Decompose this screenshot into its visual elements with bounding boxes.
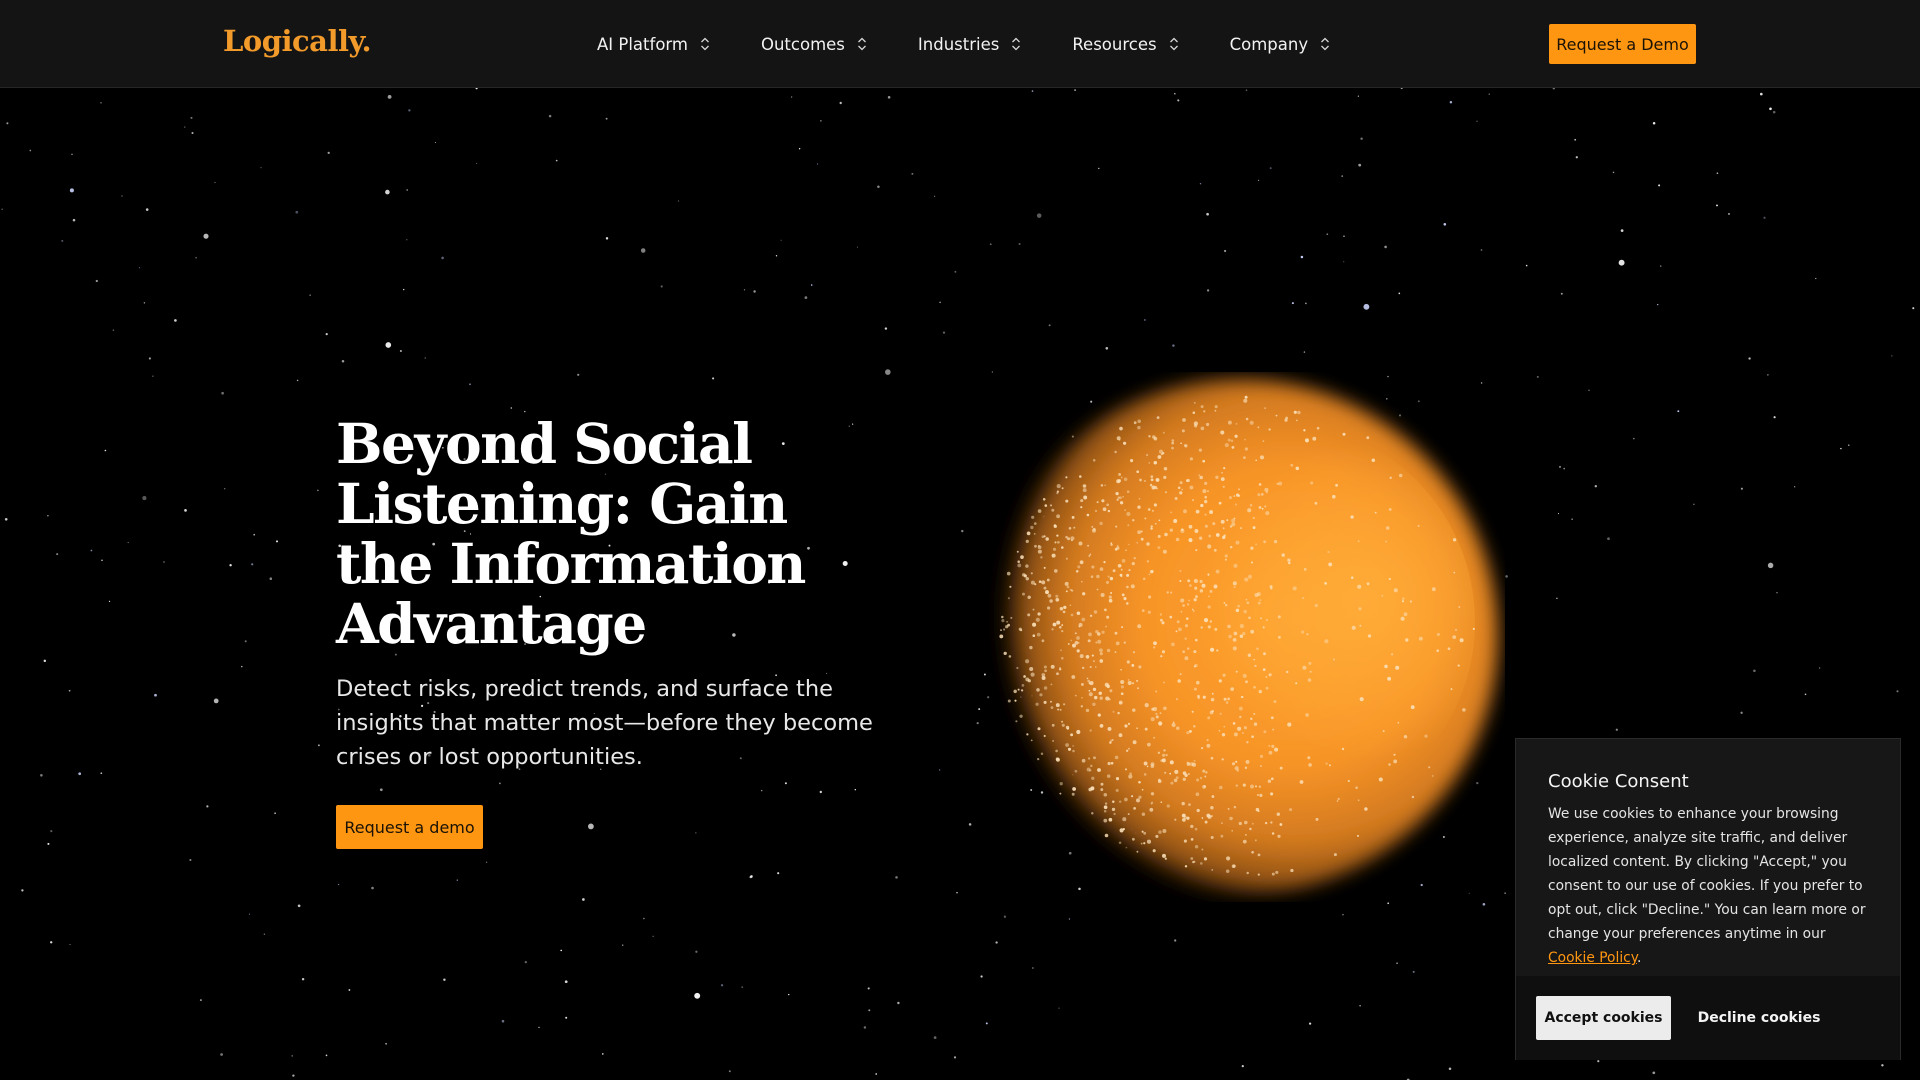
chevron-up-down-icon	[1169, 37, 1178, 51]
chevron-up-down-icon	[1012, 37, 1021, 51]
cookie-consent-title: Cookie Consent	[1548, 771, 1689, 792]
request-demo-hero-button[interactable]: Request a demo	[336, 805, 483, 849]
logo[interactable]: Logically.	[223, 24, 372, 58]
nav-item-label: AI Platform	[597, 34, 688, 54]
hero-title: Beyond Social Listening: Gain the Inform…	[336, 411, 806, 656]
nav-item-label: Industries	[917, 34, 1000, 54]
accept-cookies-button[interactable]: Accept cookies	[1536, 996, 1671, 1040]
main-nav: AI Platform Outcomes Industries Resource…	[597, 0, 1330, 88]
nav-item-resources[interactable]: Resources	[1072, 35, 1178, 54]
cookie-policy-link[interactable]: Cookie Policy	[1548, 950, 1637, 966]
cookie-consent-text: We use cookies to enhance your browsing …	[1548, 802, 1868, 970]
chevron-up-down-icon	[1321, 37, 1330, 51]
top-navbar: Logically. AI Platform Outcomes Industri…	[0, 0, 1920, 88]
nav-item-ai-platform[interactable]: AI Platform	[597, 35, 710, 54]
cookie-consent-actions: Accept cookies Decline cookies	[1516, 976, 1900, 1060]
nav-item-company[interactable]: Company	[1230, 35, 1331, 54]
request-demo-nav-button[interactable]: Request a Demo	[1549, 24, 1696, 64]
nav-item-label: Resources	[1072, 34, 1157, 54]
cookie-consent-period: .	[1636, 950, 1642, 966]
cookie-consent-message: We use cookies to enhance your browsing …	[1548, 806, 1866, 942]
decline-cookies-button[interactable]: Decline cookies	[1684, 996, 1834, 1040]
chevron-up-down-icon	[701, 37, 709, 51]
orb-illustration	[975, 372, 1505, 902]
chevron-up-down-icon	[857, 37, 866, 51]
cookie-consent-dialog: Cookie Consent We use cookies to enhance…	[1515, 738, 1901, 1060]
page: Logically. AI Platform Outcomes Industri…	[0, 0, 1920, 1080]
nav-item-outcomes[interactable]: Outcomes	[761, 35, 867, 54]
cookie-consent-body: Cookie Consent We use cookies to enhance…	[1516, 739, 1900, 976]
nav-item-industries[interactable]: Industries	[918, 35, 1021, 54]
hero-section: Beyond Social Listening: Gain the Inform…	[336, 414, 936, 849]
nav-item-label: Outcomes	[760, 34, 845, 54]
hero-subtitle: Detect risks, predict trends, and surfac…	[336, 676, 873, 770]
nav-item-label: Company	[1229, 34, 1309, 54]
